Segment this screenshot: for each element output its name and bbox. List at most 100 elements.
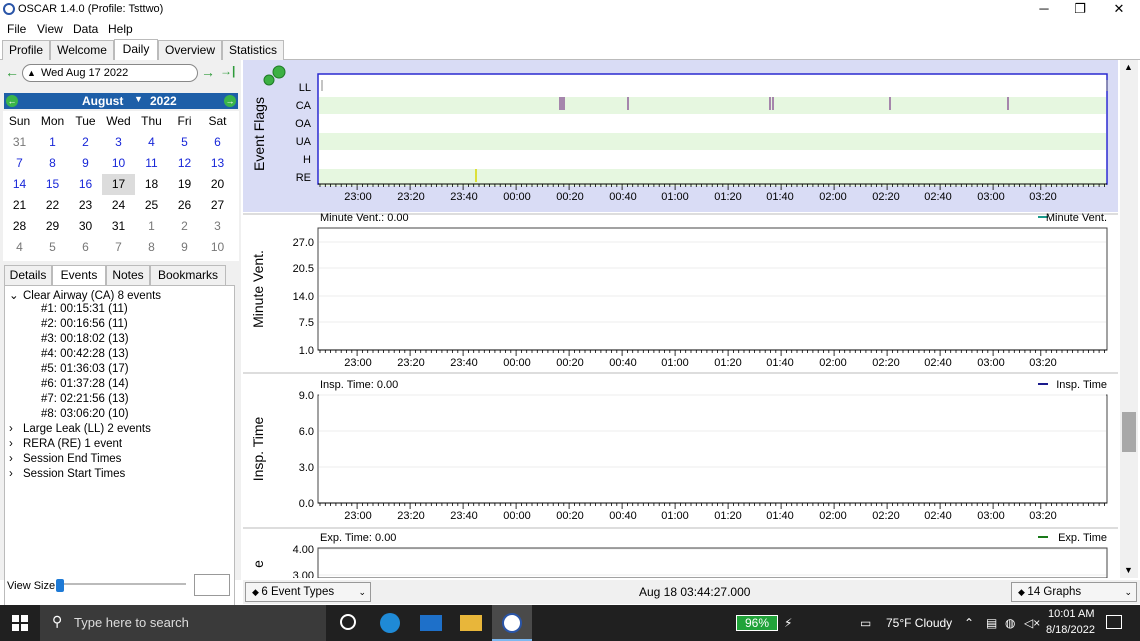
calendar-day[interactable]: 10 (201, 237, 234, 258)
event-group[interactable]: › Session End Times (9, 453, 121, 468)
event-item[interactable]: #3: 00:18:02 (13) (41, 333, 129, 348)
tab-notes[interactable]: Notes (106, 265, 150, 285)
calendar-day[interactable]: 16 (69, 174, 102, 195)
menu-help[interactable]: Help (108, 22, 133, 36)
calendar-month[interactable]: August (82, 94, 123, 108)
month-dropdown-icon[interactable]: ▼ (134, 94, 143, 104)
calendar-day[interactable]: 31 (102, 216, 135, 237)
menu-view[interactable]: View (37, 22, 63, 36)
calendar-day[interactable]: 5 (36, 237, 69, 258)
file-explorer-icon[interactable] (460, 615, 482, 631)
close-button[interactable]: ✕ (1101, 0, 1137, 20)
calendar-day[interactable]: 1 (135, 216, 168, 237)
weather-text[interactable]: 75°F Cloudy (886, 605, 952, 641)
calendar-day[interactable]: 13 (201, 153, 234, 174)
calendar-day[interactable]: 8 (135, 237, 168, 258)
prev-month-icon[interactable]: ← (6, 95, 18, 107)
mail-icon[interactable] (420, 615, 442, 631)
tray-chevron-icon[interactable]: ⌃ (964, 605, 974, 641)
network-icon[interactable]: ▤ (986, 605, 997, 641)
tab-welcome[interactable]: Welcome (50, 40, 114, 60)
event-group[interactable]: › RERA (RE) 1 event (9, 438, 122, 453)
calendar-day[interactable]: 6 (201, 132, 234, 153)
menu-file[interactable]: File (7, 22, 26, 36)
clock-time[interactable]: 10:01 AM (1048, 608, 1094, 620)
calendar-day[interactable]: 22 (36, 195, 69, 216)
calendar-day[interactable]: 31 (3, 132, 36, 153)
chevron-right-icon[interactable]: › (9, 468, 23, 480)
event-item[interactable]: #5: 01:36:03 (17) (41, 363, 129, 378)
oscar-taskbar-button[interactable] (492, 605, 532, 641)
minimize-button[interactable]: ─ (1026, 0, 1062, 20)
calendar-day[interactable]: 7 (3, 153, 36, 174)
calendar-day[interactable]: 3 (201, 216, 234, 237)
event-item[interactable]: #4: 00:42:28 (13) (41, 348, 129, 363)
next-month-icon[interactable]: → (224, 95, 236, 107)
date-selector[interactable]: ▲ Wed Aug 17 2022 (22, 64, 198, 82)
calendar-day[interactable]: 26 (168, 195, 201, 216)
calendar-day[interactable]: 11 (135, 153, 168, 174)
calendar-day[interactable]: 7 (102, 237, 135, 258)
calendar-day[interactable]: 28 (3, 216, 36, 237)
chevron-down-icon[interactable]: ⌄ (9, 288, 23, 302)
scroll-down-icon[interactable]: ▼ (1124, 565, 1133, 575)
calendar-year[interactable]: 2022 (150, 94, 177, 108)
calendar-day[interactable]: 15 (36, 174, 69, 195)
calendar-day[interactable]: 25 (135, 195, 168, 216)
calendar-day[interactable]: 4 (3, 237, 36, 258)
edge-icon[interactable] (380, 613, 400, 633)
view-size-input[interactable] (194, 574, 230, 596)
graphs-dropdown[interactable]: ◆ 14 Graphs ⌄ (1011, 582, 1137, 602)
volume-icon[interactable]: ◁× (1024, 605, 1040, 641)
slider-handle[interactable] (56, 579, 64, 592)
battery-indicator[interactable]: 96% (736, 615, 778, 631)
weather-icon[interactable]: ▭ (860, 605, 871, 641)
tab-profile[interactable]: Profile (2, 40, 50, 60)
calendar-day[interactable]: 21 (3, 195, 36, 216)
tab-details[interactable]: Details (4, 265, 52, 285)
taskbar-search[interactable]: ⚲ Type here to search (40, 605, 326, 641)
event-item[interactable]: #2: 00:16:56 (11) (41, 318, 128, 333)
view-size-slider[interactable] (56, 576, 186, 592)
calendar-day[interactable]: 23 (69, 195, 102, 216)
tab-events[interactable]: Events (52, 265, 106, 285)
calendar-day[interactable]: 27 (201, 195, 234, 216)
chevron-right-icon[interactable]: › (9, 438, 23, 450)
chevron-right-icon[interactable]: › (9, 453, 23, 465)
calendar-day[interactable]: 30 (69, 216, 102, 237)
calendar-day[interactable]: 17 (102, 174, 135, 195)
tab-daily[interactable]: Daily (114, 39, 158, 60)
calendar-day[interactable]: 2 (69, 132, 102, 153)
event-types-dropdown[interactable]: ◆ 6 Event Types ⌄ (245, 582, 371, 602)
event-group[interactable]: › Large Leak (LL) 2 events (9, 423, 151, 438)
calendar-day[interactable]: 24 (102, 195, 135, 216)
task-view-icon[interactable] (340, 614, 356, 630)
event-item[interactable]: #7: 02:21:56 (13) (41, 393, 129, 408)
calendar-toggle-icon[interactable]: ▲ (27, 65, 36, 81)
graph-scrollbar[interactable]: ▲ ▼ (1120, 60, 1138, 578)
calendar-day[interactable]: 18 (135, 174, 168, 195)
calendar-day[interactable]: 14 (3, 174, 36, 195)
tab-statistics[interactable]: Statistics (222, 40, 284, 60)
calendar-day[interactable]: 19 (168, 174, 201, 195)
event-item[interactable]: #1: 00:15:31 (11) (41, 303, 128, 318)
chevron-right-icon[interactable]: › (9, 423, 23, 435)
scroll-up-icon[interactable]: ▲ (1124, 62, 1133, 72)
calendar-day[interactable]: 9 (69, 153, 102, 174)
calendar-day[interactable]: 6 (69, 237, 102, 258)
calendar-day[interactable]: 10 (102, 153, 135, 174)
tab-bookmarks[interactable]: Bookmarks (150, 265, 226, 285)
prev-day-button[interactable]: ← (5, 64, 19, 80)
globe-icon[interactable]: ◍ (1005, 605, 1015, 641)
scroll-thumb[interactable] (1122, 412, 1136, 452)
calendar-day[interactable]: 8 (36, 153, 69, 174)
calendar-day[interactable]: 1 (36, 132, 69, 153)
maximize-button[interactable]: ❐ (1062, 0, 1098, 20)
event-group[interactable]: ⌄ Clear Airway (CA) 8 events (9, 288, 161, 303)
last-day-button[interactable]: →| (220, 64, 235, 78)
event-item[interactable]: #6: 01:37:28 (14) (41, 378, 129, 393)
calendar-day[interactable]: 2 (168, 216, 201, 237)
event-group[interactable]: › Session Start Times (9, 468, 125, 483)
windows-start-icon[interactable] (12, 615, 28, 631)
calendar-day[interactable]: 20 (201, 174, 234, 195)
